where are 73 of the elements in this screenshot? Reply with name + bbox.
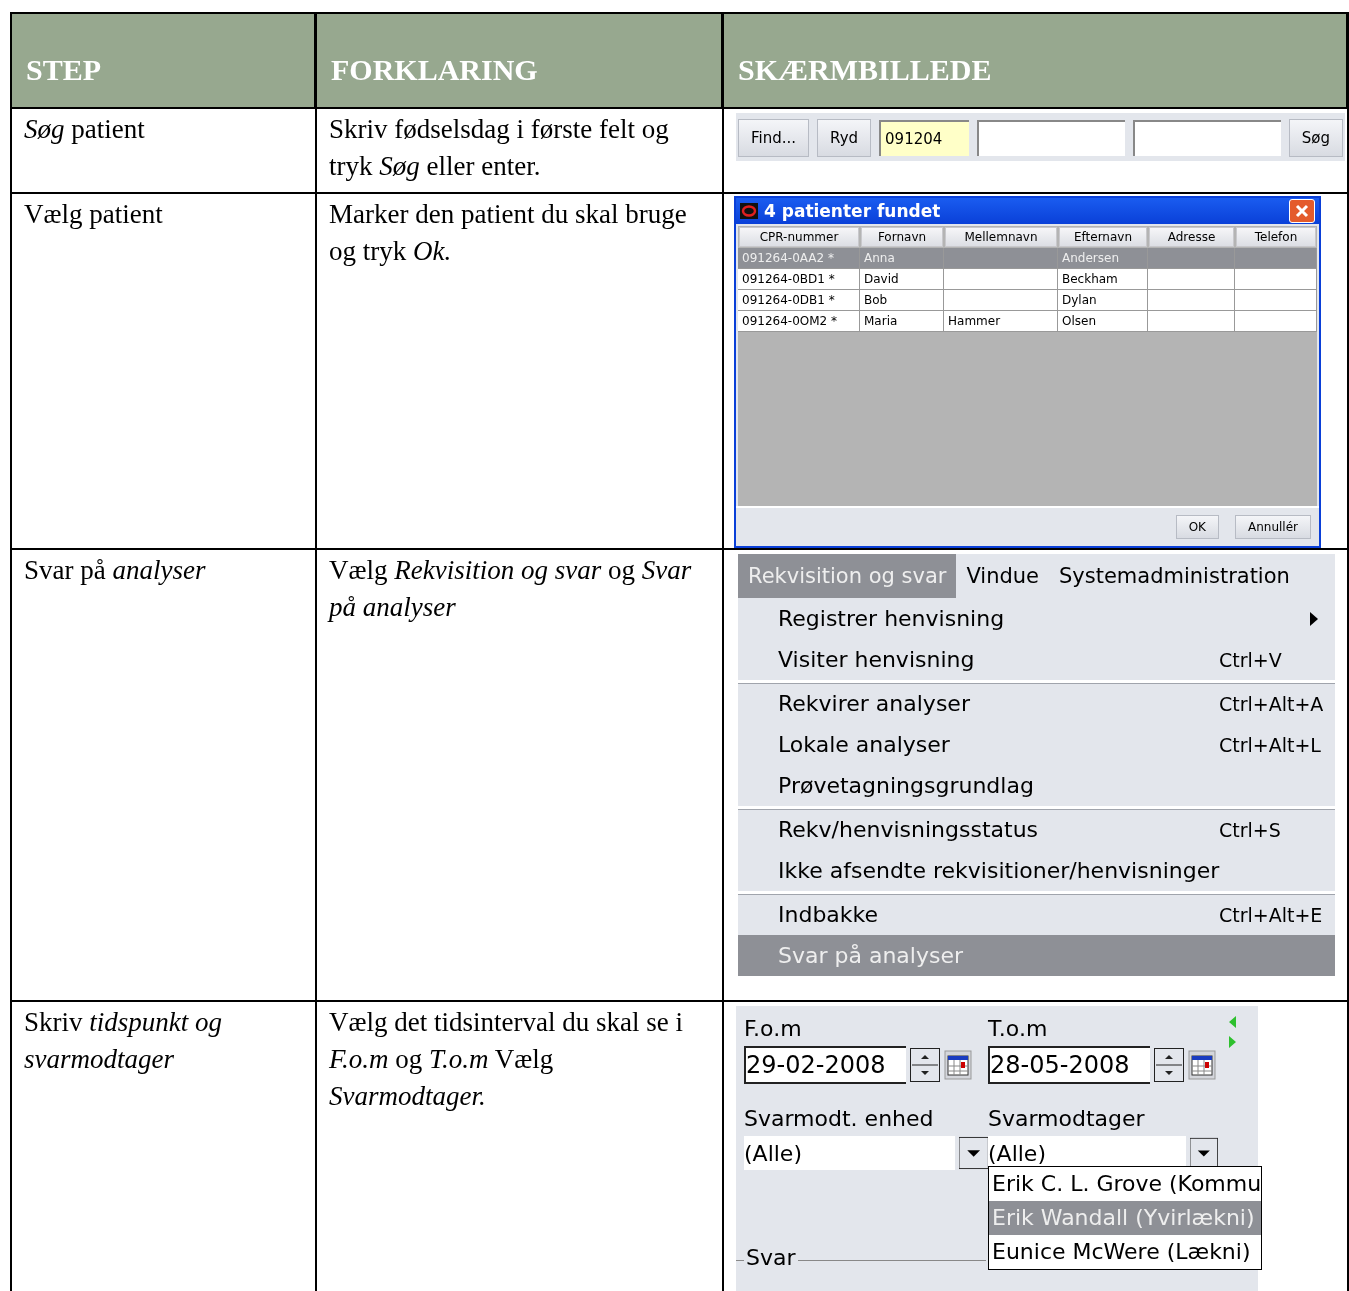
date-field[interactable]: 29-02-2008 <box>744 1046 906 1084</box>
table-cell[interactable]: Bob <box>860 290 944 311</box>
date-field[interactable]: 28-05-2008 <box>988 1046 1150 1084</box>
toolbar-button[interactable]: Find... <box>738 119 810 157</box>
step-text: Vælg patient <box>24 199 163 229</box>
menu-item[interactable]: Rekv/henvisningsstatus Ctrl+S <box>738 806 1335 850</box>
table-cell[interactable] <box>1235 290 1317 311</box>
table-cell[interactable]: Dylan <box>1058 290 1148 311</box>
field-label: T.o.m <box>988 1015 1049 1043</box>
input-field[interactable] <box>977 120 1125 156</box>
calendar-icon[interactable] <box>1188 1050 1216 1080</box>
menu-item[interactable]: Prøvetagningsgrundlag <box>738 765 1335 806</box>
table-cell[interactable]: Maria <box>860 311 944 332</box>
spinner-icon[interactable] <box>910 1048 940 1082</box>
input-field[interactable]: 091204 <box>879 120 970 156</box>
field-label: F.o.m <box>744 1015 803 1043</box>
menu-item[interactable]: Rekvirer analyser Ctrl+Alt+A <box>738 680 1335 724</box>
table-cell[interactable]: 091264-0OM2 * <box>738 311 860 332</box>
explanation-text: Vælg Rekvisition og svar og Svar på analyser <box>329 555 692 622</box>
table-cell[interactable] <box>944 248 1058 269</box>
column-header: SKÆRMBILLEDE <box>724 14 1349 109</box>
table-cell[interactable] <box>1235 269 1317 290</box>
toolbar-button[interactable]: Ryd <box>817 119 872 157</box>
calendar-icon[interactable] <box>944 1050 972 1080</box>
column-header[interactable]: Telefon <box>1236 227 1316 247</box>
spinner-icon[interactable] <box>1154 1048 1184 1082</box>
table-cell[interactable] <box>944 290 1058 311</box>
nav-arrows-icon[interactable] <box>1226 1014 1238 1050</box>
dialog-button[interactable]: Annullér <box>1235 515 1311 539</box>
menu-item[interactable]: Ikke afsendte rekvisitioner/henvisninger <box>738 850 1335 891</box>
step-text: Søg patient <box>24 114 145 144</box>
field-label: Svarmodtager <box>988 1105 1146 1133</box>
table-cell[interactable]: 091264-0BD1 * <box>738 269 860 290</box>
submenu-arrow-icon <box>1309 610 1319 627</box>
table-cell[interactable] <box>1148 290 1235 311</box>
combo-field[interactable]: (Alle) <box>744 1136 955 1170</box>
explanation-text: Vælg det tidsinterval du skal se i F.o.m og T.o.m Vælg Svarmodtager. <box>329 1007 683 1111</box>
explanation-text: Marker den patient du skal bruge og tryk Ok. <box>329 199 687 266</box>
table-cell[interactable]: Olsen <box>1058 311 1148 332</box>
close-button[interactable] <box>1289 199 1315 223</box>
menu-bar-item[interactable]: Systemadministration <box>1049 554 1300 598</box>
table-cell[interactable]: Hammer <box>944 311 1058 332</box>
dialog-button[interactable]: OK <box>1175 515 1219 539</box>
table-cell[interactable] <box>1148 248 1235 269</box>
close-icon <box>1295 204 1309 218</box>
table-cell[interactable]: Beckham <box>1058 269 1148 290</box>
step-text: Skriv tidspunkt og svarmodtager <box>24 1007 222 1074</box>
field-label: Svarmodt. enhed <box>744 1105 935 1133</box>
table-cell[interactable] <box>944 269 1058 290</box>
menu-item[interactable]: Visiter henvisning Ctrl+V <box>738 639 1335 680</box>
table-cell[interactable] <box>1148 311 1235 332</box>
column-header: FORKLARING <box>317 14 724 109</box>
dropdown-button[interactable] <box>958 1136 988 1170</box>
menu-item[interactable]: Lokale analyser Ctrl+Alt+L <box>738 724 1335 765</box>
column-header[interactable]: Adresse <box>1149 227 1234 247</box>
column-header[interactable]: Mellemnavn <box>945 227 1057 247</box>
explanation-text: Skriv fødselsdag i første felt og tryk Søg eller enter. <box>329 114 669 181</box>
column-header[interactable]: Efternavn <box>1059 227 1147 247</box>
step-text: Svar på analyser <box>24 555 206 585</box>
input-field[interactable] <box>1132 120 1281 156</box>
column-header: STEP <box>12 14 317 109</box>
menu-bar-item[interactable]: Vindue <box>956 554 1049 598</box>
table-cell[interactable]: 091264-0DB1 * <box>738 290 860 311</box>
table-cell[interactable]: David <box>860 269 944 290</box>
table-cell[interactable] <box>1148 269 1235 290</box>
dialog-title: 4 patienter fundet <box>764 201 942 221</box>
column-header[interactable]: Fornavn <box>861 227 943 247</box>
menu-item[interactable]: Registrer henvisning <box>738 598 1335 639</box>
search-button[interactable]: Søg <box>1288 119 1343 157</box>
table-cell[interactable] <box>1235 311 1317 332</box>
table-cell[interactable] <box>1235 248 1317 269</box>
column-header[interactable]: CPR-nummer <box>739 227 859 247</box>
app-logo-icon <box>740 203 758 219</box>
